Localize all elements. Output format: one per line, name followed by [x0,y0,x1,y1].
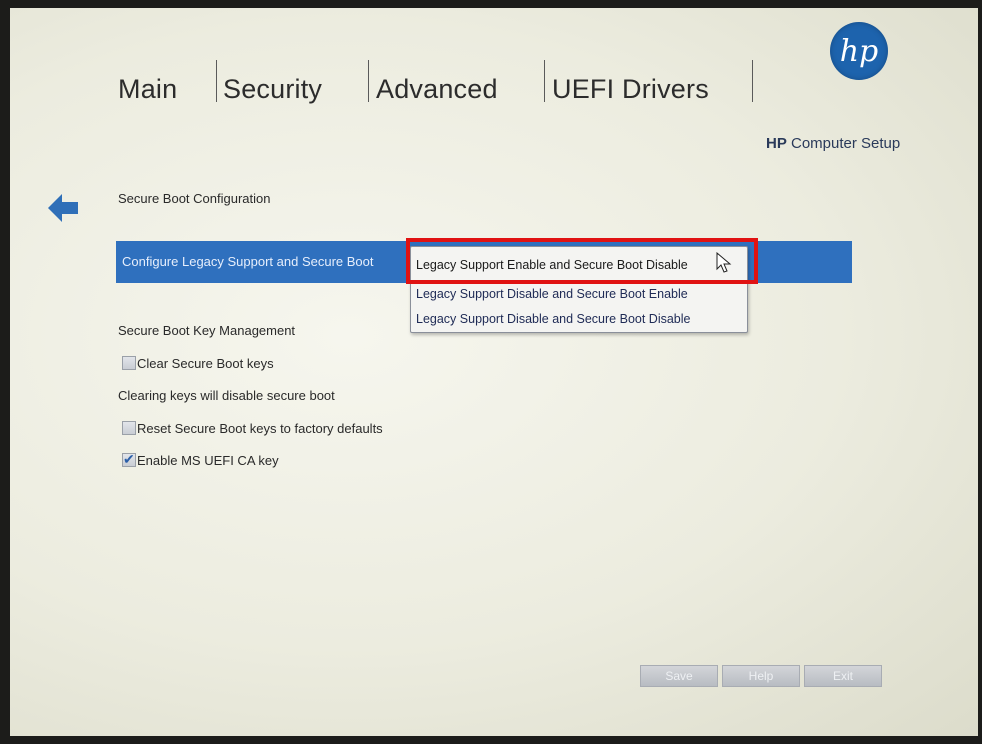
mouse-pointer-icon [716,252,732,273]
clear-keys-checkbox[interactable] [122,356,136,370]
tab-separator [368,60,369,102]
enable-ms-uefi-ca-key-checkbox[interactable]: ✔ [122,451,136,467]
clear-keys-label: Clear Secure Boot keys [137,356,274,371]
tab-uefi-drivers[interactable]: UEFI Drivers [552,74,709,105]
exit-button[interactable]: Exit [804,665,882,687]
tab-separator [544,60,545,102]
tab-security[interactable]: Security [223,74,322,105]
annotation-highlight-box [406,238,758,284]
hp-logo: hp [830,22,888,80]
save-button[interactable]: Save [640,665,718,687]
tab-main[interactable]: Main [118,74,177,105]
help-button[interactable]: Help [722,665,800,687]
reset-keys-checkbox[interactable] [122,421,136,435]
back-arrow-icon[interactable] [48,194,78,222]
dropdown-option-legacy-disable-secure-disable[interactable]: Legacy Support Disable and Secure Boot D… [416,312,690,326]
dropdown-option-legacy-disable-secure-enable[interactable]: Legacy Support Disable and Secure Boot E… [416,287,688,301]
clear-keys-note: Clearing keys will disable secure boot [118,388,335,403]
reset-keys-label: Reset Secure Boot keys to factory defaul… [137,421,383,436]
hp-tagline-bold: HP [766,135,787,152]
checkmark-icon: ✔ [123,451,135,467]
enable-ms-uefi-ca-key-label: Enable MS UEFI CA key [137,453,279,468]
tab-separator [752,60,753,102]
hp-logo-text: hp [839,33,879,69]
section-title: Secure Boot Configuration [118,191,271,206]
legacy-support-row-label: Configure Legacy Support and Secure Boot [122,254,374,269]
tab-advanced[interactable]: Advanced [376,74,498,105]
bios-screen: Main Security Advanced UEFI Drivers hp H… [10,8,978,736]
key-management-title: Secure Boot Key Management [118,323,296,338]
tab-separator [216,60,217,102]
hp-tagline-rest: Computer Setup [786,135,901,152]
hp-computer-setup-title: HP Computer Setup [766,135,900,152]
